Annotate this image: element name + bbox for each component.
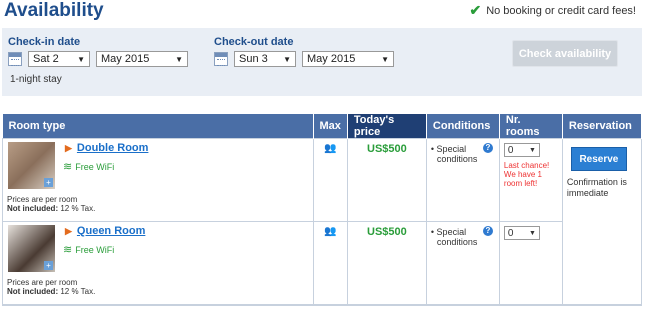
price-note: Prices are per room Not included: 12 % T…: [7, 195, 95, 213]
caret-right-icon: ▶: [65, 143, 72, 153]
room-name: Queen Room: [76, 225, 146, 237]
room-name: Double Room: [76, 142, 149, 154]
room-photo[interactable]: +: [8, 142, 55, 189]
page-title: Availability: [4, 0, 104, 21]
no-fees-note: ✔ No booking or credit card fees!: [469, 2, 636, 19]
info-icon[interactable]: ?: [482, 143, 493, 153]
calendar-icon[interactable]: [8, 52, 22, 66]
conditions-line2: conditions: [436, 154, 478, 164]
checkout-label: Check-out date: [214, 36, 294, 48]
checkin-day-select[interactable]: Sat 2 ▼: [28, 51, 90, 67]
per-room-text: Prices are per room: [7, 278, 78, 287]
wifi-icon: ≋: [63, 161, 73, 173]
header-price: Today's price: [347, 114, 427, 139]
reservation-cell: Reserve Confirmation is immediate: [561, 138, 643, 305]
room-link[interactable]: ▶ Double Room: [65, 142, 148, 154]
per-room-text: Prices are per room: [7, 195, 78, 204]
wifi-label: Free WiFi: [75, 244, 115, 255]
checkout-day-value: Sun 3: [239, 53, 268, 65]
confirmation-text: Confirmation is immediate: [566, 177, 627, 198]
checkin-month-value: May 2015: [101, 53, 150, 65]
checkin-label: Check-in date: [8, 36, 81, 48]
conditions-cell: • Special conditions ?: [425, 221, 500, 305]
people-icon: 👥: [323, 143, 337, 154]
rooms-select[interactable]: 0 ▼: [503, 226, 540, 240]
checkout-day-select[interactable]: Sun 3 ▼: [234, 51, 296, 67]
caret-right-icon: ▶: [65, 226, 72, 236]
reserve-button[interactable]: Reserve: [570, 147, 627, 171]
chevron-down-icon: ▼: [283, 55, 291, 64]
nr-rooms-cell: 0 ▼: [498, 221, 563, 305]
last-chance-note: Last chance! We have 1 room left!: [503, 161, 550, 188]
people-icon: 👥: [323, 226, 337, 237]
conditions-line2: conditions: [436, 237, 478, 247]
room-cell: + ▶ Queen Room ≋ Free WiFi Prices are per …: [2, 221, 314, 305]
price-cell: US$500: [346, 221, 427, 305]
header-nr-rooms: Nr. rooms: [499, 114, 563, 139]
calendar-icon[interactable]: [214, 52, 228, 66]
room-photo[interactable]: +: [8, 225, 55, 272]
price-note: Prices are per room Not included: 12 % T…: [7, 278, 95, 296]
not-included-value: 12 % Tax.: [60, 204, 96, 213]
wifi-label: Free WiFi: [75, 161, 115, 172]
header-max: Max: [313, 114, 348, 139]
header-room-type: Room type: [2, 114, 314, 139]
checkout-month-value: May 2015: [307, 53, 356, 65]
check-availability-button[interactable]: Check availability: [512, 40, 618, 67]
table-bottom-border: [2, 304, 642, 306]
rooms-select-value: 0: [507, 228, 514, 239]
rooms-select[interactable]: 0 ▼: [503, 143, 540, 157]
rooms-select-value: 0: [507, 145, 514, 156]
header-conditions: Conditions: [426, 114, 500, 139]
room-link[interactable]: ▶ Queen Room: [65, 225, 145, 237]
no-fees-text: No booking or credit card fees!: [486, 4, 636, 17]
zoom-icon: +: [44, 178, 53, 187]
chevron-down-icon: ▼: [528, 147, 536, 154]
checkmark-icon: ✔: [469, 2, 482, 18]
checkout-month-select[interactable]: May 2015 ▼: [302, 51, 394, 67]
checkin-day-value: Sat 2: [33, 53, 59, 65]
info-icon[interactable]: ?: [482, 226, 493, 236]
chevron-down-icon: ▼: [528, 230, 536, 237]
room-cell: + ▶ Double Room ≋ Free WiFi Prices are per…: [2, 138, 314, 222]
price-cell: US$500: [346, 138, 427, 222]
stay-length: 1-night stay: [10, 74, 62, 85]
wifi-icon: ≋: [63, 244, 73, 256]
chevron-down-icon: ▼: [77, 55, 85, 64]
table-row: + ▶ Queen Room ≋ Free WiFi Prices are per …: [2, 221, 642, 305]
max-occupancy: 👥: [312, 221, 348, 305]
not-included-label: Not included:: [7, 204, 59, 213]
zoom-icon: +: [44, 261, 53, 270]
max-occupancy: 👥: [312, 138, 348, 222]
nr-rooms-cell: 0 ▼ Last chance! We have 1 room left!: [498, 138, 563, 222]
table-row: + ▶ Double Room ≋ Free WiFi Prices are per…: [2, 138, 643, 305]
search-panel: Check-in date Sat 2 ▼ May 2015 ▼ Check-out…: [2, 28, 642, 96]
not-included-value: 12 % Tax.: [60, 287, 96, 296]
conditions-cell: • Special conditions ?: [425, 138, 500, 222]
header-reservation: Reservation: [562, 114, 643, 139]
chevron-down-icon: ▼: [175, 55, 183, 64]
checkin-month-select[interactable]: May 2015 ▼: [96, 51, 188, 67]
rooms-table: Room type Max Today's price Conditions N…: [2, 114, 643, 305]
wifi-badge: ≋ Free WiFi: [63, 160, 114, 173]
not-included-label: Not included:: [7, 287, 59, 296]
chevron-down-icon: ▼: [381, 55, 389, 64]
wifi-badge: ≋ Free WiFi: [63, 243, 114, 256]
